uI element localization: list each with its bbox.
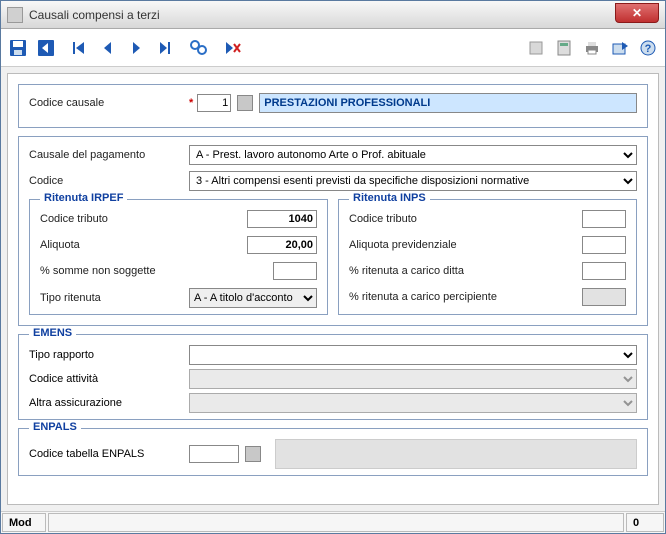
notes-icon[interactable] <box>525 37 547 59</box>
status-mode: Mod <box>2 513 46 532</box>
close-button[interactable]: ✕ <box>615 3 659 23</box>
status-message <box>48 513 624 532</box>
titlebar: Causali compensi a terzi ✕ <box>1 1 665 29</box>
last-icon[interactable] <box>153 37 175 59</box>
required-marker: * <box>189 97 193 109</box>
description-input[interactable] <box>259 93 637 113</box>
enpals-codice-label: Codice tabella ENPALS <box>29 448 189 460</box>
inps-pct-ditta-input[interactable] <box>582 262 626 280</box>
irpef-codice-tributo-label: Codice tributo <box>40 213 247 225</box>
save-icon[interactable] <box>7 37 29 59</box>
emens-altra-assicurazione-select <box>189 393 637 413</box>
inps-aliquota-prev-label: Aliquota previdenziale <box>349 239 582 251</box>
main-window: Causali compensi a terzi ✕ <box>0 0 666 534</box>
irpef-codice-tributo-input[interactable] <box>247 210 317 228</box>
inps-pct-ditta-label: % ritenuta a carico ditta <box>349 265 582 277</box>
enpals-lookup-button[interactable] <box>245 446 261 462</box>
statusbar: Mod 0 <box>1 511 665 533</box>
inps-aliquota-prev-input[interactable] <box>582 236 626 254</box>
emens-panel: EMENS Tipo rapporto Codice attività Altr… <box>18 334 648 420</box>
emens-altra-assicurazione-label: Altra assicurazione <box>29 397 189 409</box>
inps-pct-percipiente-input <box>582 288 626 306</box>
svg-text:?: ? <box>645 43 652 55</box>
enpals-codice-input[interactable] <box>189 445 239 463</box>
export-icon[interactable] <box>609 37 631 59</box>
enpals-readonly-area <box>275 439 637 469</box>
codice-select[interactable]: 3 - Altri compensi esenti previsti da sp… <box>189 171 637 191</box>
lookup-button[interactable] <box>237 95 253 111</box>
status-right: 0 <box>626 513 664 532</box>
window-title: Causali compensi a terzi <box>29 8 160 22</box>
ritenuta-irpef-panel: Ritenuta IRPEF Codice tributo Aliquota %… <box>29 199 328 315</box>
irpef-aliquota-input[interactable] <box>247 236 317 254</box>
irpef-tipo-ritenuta-label: Tipo ritenuta <box>40 292 189 304</box>
app-icon <box>7 7 23 23</box>
inps-legend: Ritenuta INPS <box>349 192 430 204</box>
print-icon[interactable] <box>581 37 603 59</box>
search-icon[interactable] <box>187 37 209 59</box>
emens-tipo-rapporto-select[interactable] <box>189 345 637 365</box>
content-area: Codice causale * Causale del pagamento A… <box>7 73 659 505</box>
enpals-panel: ENPALS Codice tabella ENPALS <box>18 428 648 476</box>
irpef-aliquota-label: Aliquota <box>40 239 247 251</box>
prev-icon[interactable] <box>97 37 119 59</box>
emens-tipo-rapporto-label: Tipo rapporto <box>29 349 189 361</box>
emens-codice-attivita-label: Codice attività <box>29 373 189 385</box>
next-icon[interactable] <box>125 37 147 59</box>
emens-codice-attivita-select <box>189 369 637 389</box>
causale-pagamento-label: Causale del pagamento <box>29 149 189 161</box>
irpef-legend: Ritenuta IRPEF <box>40 192 127 204</box>
back-icon[interactable] <box>35 37 57 59</box>
irpef-tipo-ritenuta-select[interactable]: A - A titolo d'acconto <box>189 288 317 308</box>
irpef-pct-non-soggette-input[interactable] <box>273 262 317 280</box>
emens-legend: EMENS <box>29 327 76 339</box>
codice-causale-input[interactable] <box>197 94 231 112</box>
inps-codice-tributo-label: Codice tributo <box>349 213 582 225</box>
calc-icon[interactable] <box>553 37 575 59</box>
inps-pct-percipiente-label: % ritenuta a carico percipiente <box>349 291 582 303</box>
delete-icon[interactable] <box>221 37 243 59</box>
causale-pagamento-select[interactable]: A - Prest. lavoro autonomo Arte o Prof. … <box>189 145 637 165</box>
inps-codice-tributo-input[interactable] <box>582 210 626 228</box>
codice-label: Codice <box>29 175 189 187</box>
codice-causale-label: Codice causale <box>29 97 189 109</box>
toolbar: ? <box>1 29 665 67</box>
enpals-legend: ENPALS <box>29 421 81 433</box>
first-icon[interactable] <box>69 37 91 59</box>
irpef-pct-non-soggette-label: % somme non soggette <box>40 265 273 277</box>
ritenuta-inps-panel: Ritenuta INPS Codice tributo Aliquota pr… <box>338 199 637 315</box>
help-icon[interactable]: ? <box>637 37 659 59</box>
